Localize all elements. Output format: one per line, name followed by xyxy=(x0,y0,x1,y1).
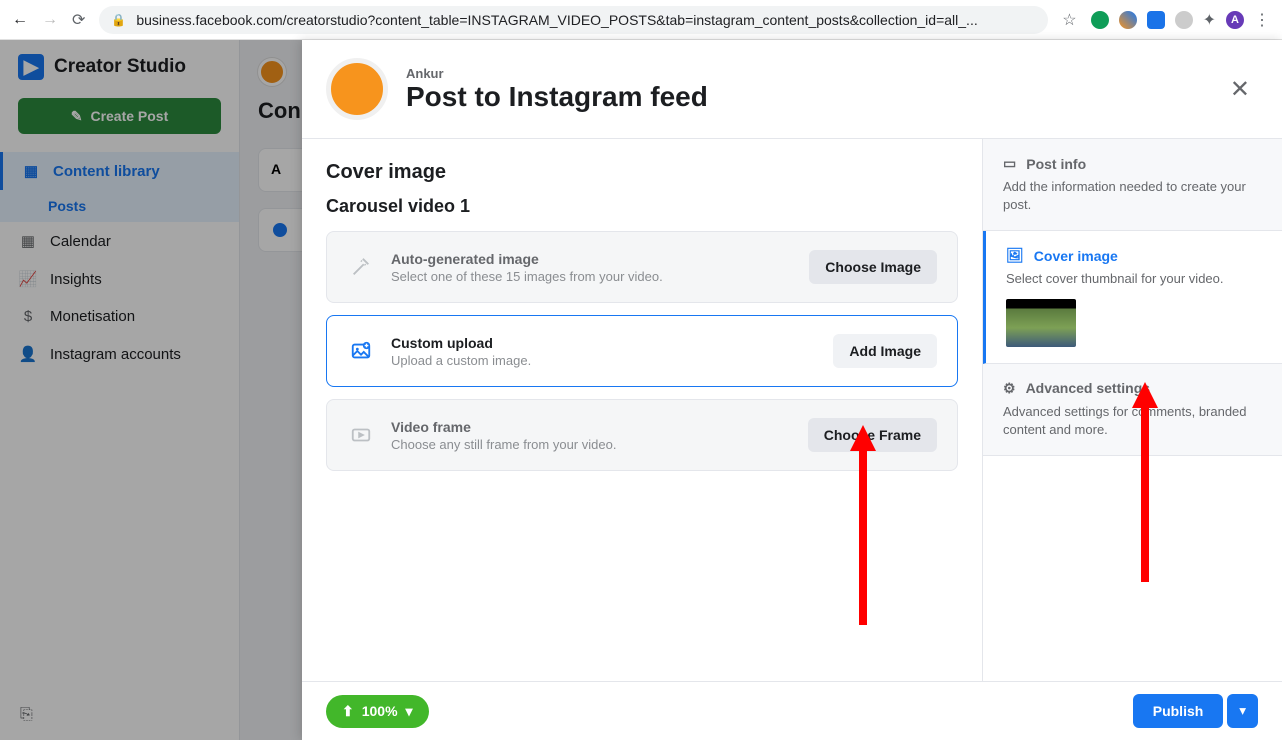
extensions-puzzle-icon[interactable]: ✦ xyxy=(1203,10,1216,30)
side-cover-image[interactable]: 🖼 Cover image Select cover thumbnail for… xyxy=(983,231,1282,363)
nav-arrows: ← → xyxy=(12,11,58,29)
option-desc: Choose any still frame from your video. xyxy=(391,437,792,452)
publish-button[interactable]: Publish xyxy=(1133,694,1224,728)
extension-icon[interactable] xyxy=(1119,11,1137,29)
profile-avatar[interactable]: A xyxy=(1226,11,1244,29)
extension-icon[interactable] xyxy=(1147,11,1165,29)
chrome-menu-icon[interactable]: ⋮ xyxy=(1254,10,1270,30)
option-auto-generated[interactable]: Auto-generated image Select one of these… xyxy=(326,231,958,303)
card-icon: ▭ xyxy=(1003,155,1016,172)
lock-icon: 🔒 xyxy=(111,13,126,27)
add-image-button[interactable]: Add Image xyxy=(833,334,937,368)
url-bar[interactable]: 🔒 business.facebook.com/creatorstudio?co… xyxy=(99,6,1048,34)
section-title: Cover image xyxy=(326,161,958,184)
option-desc: Upload a custom image. xyxy=(391,353,817,368)
wand-icon xyxy=(347,253,375,281)
modal-main: Cover image Carousel video 1 Auto-genera… xyxy=(302,139,982,681)
modal-title: Post to Instagram feed xyxy=(406,81,1204,113)
publish-dropdown[interactable]: ▾ xyxy=(1227,694,1258,728)
section-subtitle: Carousel video 1 xyxy=(326,196,958,217)
upload-progress[interactable]: ⬆ 100% ▾ xyxy=(326,695,429,728)
user-avatar xyxy=(326,58,388,120)
upload-arrow-icon: ⬆ xyxy=(342,703,354,720)
upload-image-icon xyxy=(347,337,375,365)
back-button[interactable]: ← xyxy=(12,11,28,29)
option-title: Custom upload xyxy=(391,335,817,351)
option-desc: Select one of these 15 images from your … xyxy=(391,269,793,284)
annotation-arrow-2 xyxy=(1130,382,1160,587)
option-title: Auto-generated image xyxy=(391,251,793,267)
option-title: Video frame xyxy=(391,419,792,435)
modal-header: Ankur Post to Instagram feed ✕ xyxy=(302,40,1282,139)
gear-icon: ⚙ xyxy=(1003,380,1016,397)
extension-icons: ✦ A ⋮ xyxy=(1091,10,1270,30)
side-post-info[interactable]: ▭ Post info Add the information needed t… xyxy=(983,139,1282,231)
modal-user: Ankur xyxy=(406,66,1204,81)
reload-button[interactable]: ⟳ xyxy=(72,10,85,30)
annotation-arrow-1 xyxy=(848,425,878,630)
forward-button[interactable]: → xyxy=(42,11,58,29)
extension-icon[interactable] xyxy=(1175,11,1193,29)
choose-image-button[interactable]: Choose Image xyxy=(809,250,937,284)
url-text: business.facebook.com/creatorstudio?cont… xyxy=(136,12,977,28)
chevron-down-icon: ▾ xyxy=(406,703,413,720)
close-button[interactable]: ✕ xyxy=(1222,67,1258,112)
option-custom-upload[interactable]: Custom upload Upload a custom image. Add… xyxy=(326,315,958,387)
video-frame-icon xyxy=(347,421,375,449)
image-icon: 🖼 xyxy=(1006,247,1024,264)
bookmark-star-icon[interactable]: ☆ xyxy=(1062,10,1076,30)
cover-thumbnail[interactable] xyxy=(1006,299,1076,347)
browser-toolbar: ← → ⟳ 🔒 business.facebook.com/creatorstu… xyxy=(0,0,1282,40)
modal-footer: ⬆ 100% ▾ Publish ▾ xyxy=(302,681,1282,740)
extension-icon[interactable] xyxy=(1091,11,1109,29)
